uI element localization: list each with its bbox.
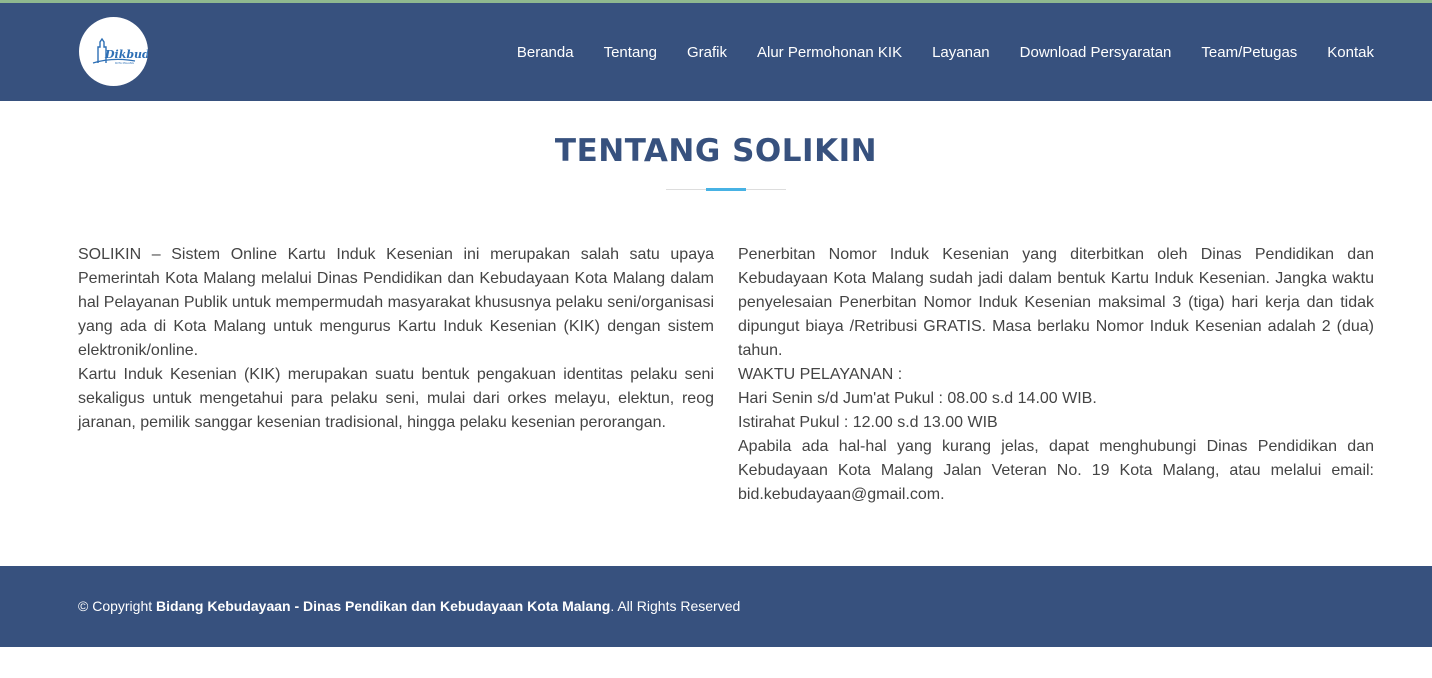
copyright-prefix: © Copyright	[78, 598, 157, 614]
nav-download-persyaratan[interactable]: Download Persyaratan	[1020, 44, 1172, 61]
main-nav: Beranda Tentang Grafik Alur Permohonan K…	[517, 3, 1374, 101]
about-paragraph-penerbitan: Penerbitan Nomor Induk Kesenian yang dit…	[738, 246, 1374, 359]
site-header: Dikbud KOTA MALANG Beranda Tentang Grafi…	[0, 3, 1432, 101]
about-paragraph-kik: Kartu Induk Kesenian (KIK) merupakan sua…	[78, 366, 714, 431]
nav-beranda[interactable]: Beranda	[517, 44, 574, 61]
logo-text: Dikbud	[104, 48, 148, 61]
nav-tentang[interactable]: Tentang	[604, 44, 657, 61]
about-paragraph-solikin: SOLIKIN – Sistem Online Kartu Induk Kese…	[78, 246, 714, 359]
nav-kontak[interactable]: Kontak	[1327, 44, 1374, 61]
section-title: TENTANG SOLIKIN	[554, 133, 878, 169]
dikbud-logo[interactable]: Dikbud KOTA MALANG	[79, 17, 148, 86]
nav-layanan[interactable]: Layanan	[932, 44, 990, 61]
service-hours-weekdays: Hari Senin s/d Jum'at Pukul : 08.00 s.d …	[738, 390, 1097, 407]
service-hours-heading: WAKTU PELAYANAN :	[738, 366, 903, 383]
about-left-column: SOLIKIN – Sistem Online Kartu Induk Kese…	[78, 243, 714, 435]
copyright-text: © Copyright Bidang Kebudayaan - Dinas Pe…	[78, 598, 740, 614]
logo-subtext: KOTA MALANG	[115, 61, 134, 65]
about-right-column: Penerbitan Nomor Induk Kesenian yang dit…	[738, 243, 1374, 507]
title-divider-accent	[706, 188, 746, 191]
nav-grafik[interactable]: Grafik	[687, 44, 727, 61]
copyright-org: Bidang Kebudayaan - Dinas Pendikan dan K…	[156, 598, 611, 614]
contact-paragraph: Apabila ada hal-hal yang kurang jelas, d…	[738, 438, 1374, 503]
copyright-suffix: . All Rights Reserved	[610, 598, 741, 614]
nav-alur-permohonan[interactable]: Alur Permohonan KIK	[757, 44, 902, 61]
nav-team-petugas[interactable]: Team/Petugas	[1201, 44, 1297, 61]
site-footer: © Copyright Bidang Kebudayaan - Dinas Pe…	[0, 566, 1432, 647]
service-hours-break: Istirahat Pukul : 12.00 s.d 13.00 WIB	[738, 414, 998, 431]
dikbud-logo-icon: Dikbud KOTA MALANG	[92, 37, 148, 65]
